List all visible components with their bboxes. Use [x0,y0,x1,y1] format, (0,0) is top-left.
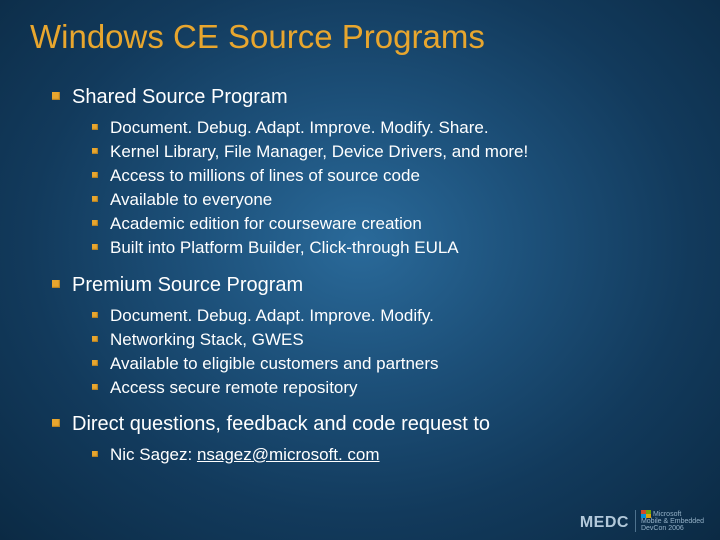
list-item: Access secure remote repository [92,377,690,399]
list-item: Access to millions of lines of source co… [92,165,690,187]
medc-logo: MEDC [580,514,629,532]
bullet-icon [92,244,98,250]
list-item: Academic edition for courseware creation [92,213,690,235]
bullet-icon [92,220,98,226]
list-item: Networking Stack, GWES [92,329,690,351]
slide: Windows CE Source Programs Shared Source… [0,0,720,540]
bullet-icon [92,336,98,342]
bullet-icon [92,312,98,318]
item-text: Kernel Library, File Manager, Device Dri… [110,141,528,163]
section-items: Document. Debug. Adapt. Improve. Modify.… [52,113,690,272]
item-text: Academic edition for courseware creation [110,213,422,235]
section-heading: Premium Source Program [52,272,690,298]
windows-flag-icon [641,510,651,518]
bullet-icon [92,360,98,366]
item-text: Document. Debug. Adapt. Improve. Modify.… [110,117,489,139]
list-item: Document. Debug. Adapt. Improve. Modify.… [92,117,690,139]
item-text: Access secure remote repository [110,377,358,399]
item-text: Available to everyone [110,189,272,211]
bullet-icon [92,384,98,390]
slide-content: Shared Source Program Document. Debug. A… [30,84,690,478]
item-text: Nic Sagez: nsagez@microsoft. com [110,444,380,466]
item-text: Available to eligible customers and part… [110,353,439,375]
list-item: Built into Platform Builder, Click-throu… [92,237,690,259]
bullet-icon [92,148,98,154]
item-text: Access to millions of lines of source co… [110,165,420,187]
list-item: Available to everyone [92,189,690,211]
brand-line: DevCon 2006 [641,525,704,532]
brand-text: Microsoft [653,511,681,518]
heading-text: Direct questions, feedback and code requ… [72,411,490,437]
contact-name: Nic Sagez: [110,445,197,464]
heading-text: Shared Source Program [72,84,288,110]
brand-line: Microsoft [641,510,704,518]
list-item: Nic Sagez: nsagez@microsoft. com [92,444,690,466]
item-text: Built into Platform Builder, Click-throu… [110,237,459,259]
section-heading: Shared Source Program [52,84,690,110]
section-heading: Direct questions, feedback and code requ… [52,411,690,437]
section-items: Nic Sagez: nsagez@microsoft. com [52,440,690,478]
bullet-icon [52,419,60,427]
bullet-icon [92,451,98,457]
heading-text: Premium Source Program [72,272,303,298]
item-text: Document. Debug. Adapt. Improve. Modify. [110,305,434,327]
microsoft-logo: Microsoft Mobile & Embedded DevCon 2006 [635,510,704,532]
list-item: Document. Debug. Adapt. Improve. Modify. [92,305,690,327]
bullet-icon [52,280,60,288]
section-items: Document. Debug. Adapt. Improve. Modify.… [52,301,690,411]
item-text: Networking Stack, GWES [110,329,304,351]
bullet-icon [52,92,60,100]
contact-email-link[interactable]: nsagez@microsoft. com [197,445,380,464]
bullet-icon [92,124,98,130]
bullet-icon [92,172,98,178]
bullet-icon [92,196,98,202]
list-item: Available to eligible customers and part… [92,353,690,375]
list-item: Kernel Library, File Manager, Device Dri… [92,141,690,163]
footer-logo: MEDC Microsoft Mobile & Embedded DevCon … [580,510,704,532]
brand-line: Mobile & Embedded [641,518,704,525]
slide-title: Windows CE Source Programs [30,18,690,56]
